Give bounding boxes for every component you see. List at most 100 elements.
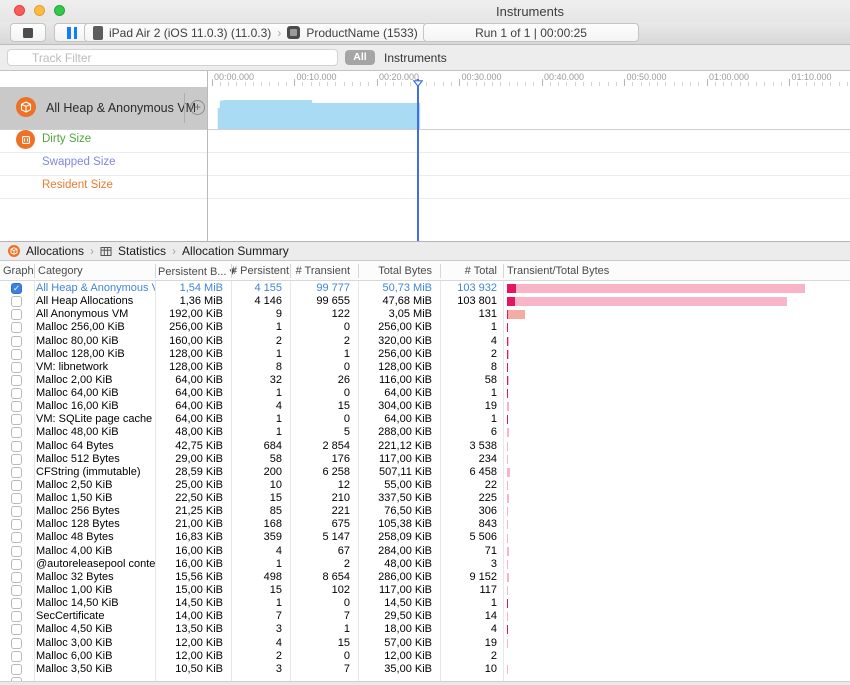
- process-name[interactable]: ProductName (1533): [306, 26, 417, 40]
- graph-checkbox[interactable]: [11, 427, 22, 438]
- table-row[interactable]: Malloc 4,50 KiB13,50 KiB3118,00 KiB4: [0, 623, 850, 636]
- column-header-category[interactable]: Category: [38, 265, 153, 277]
- table-row[interactable]: Malloc 32 Bytes15,56 KiB4988 654286,00 K…: [0, 571, 850, 584]
- graph-checkbox[interactable]: [11, 611, 22, 622]
- add-track-button[interactable]: +: [190, 100, 205, 115]
- playhead[interactable]: [417, 79, 419, 241]
- graph-checkbox[interactable]: [11, 572, 22, 583]
- graph-checkbox[interactable]: [11, 493, 22, 504]
- graph-checkbox[interactable]: [11, 296, 22, 307]
- playhead-marker-icon[interactable]: [413, 80, 423, 87]
- table-row[interactable]: VM: SQLite page cache64,00 KiB1064,00 Ki…: [0, 413, 850, 426]
- table-row[interactable]: CFString (immutable)28,59 KiB2006 258507…: [0, 466, 850, 479]
- table-row[interactable]: @autoreleasepool content16,00 KiB1248,00…: [0, 558, 850, 571]
- graph-checkbox[interactable]: [11, 322, 22, 333]
- table-row[interactable]: Malloc 2,50 KiB25,00 KiB101255,00 KiB22: [0, 479, 850, 492]
- graph-checkbox[interactable]: [11, 375, 22, 386]
- table-row[interactable]: Malloc 3,50 KiB10,50 KiB3735,00 KiB10: [0, 663, 850, 676]
- graph-checkbox[interactable]: [11, 651, 22, 662]
- column-divider[interactable]: [231, 264, 232, 278]
- graph-checkbox[interactable]: [11, 388, 22, 399]
- table-row[interactable]: Malloc 3,00 KiB12,00 KiB41557,00 KiB19: [0, 637, 850, 650]
- column-header--total[interactable]: # Total: [440, 265, 497, 277]
- minimize-window-button[interactable]: [34, 5, 45, 16]
- table-row[interactable]: Malloc 80,00 KiB160,00 KiB22320,00 KiB4: [0, 335, 850, 348]
- run-info-control[interactable]: Run 1 of 1 | 00:00:25: [423, 23, 639, 42]
- graph-checkbox[interactable]: [11, 454, 22, 465]
- breadcrumb-statistics[interactable]: Statistics: [118, 244, 166, 258]
- table-row[interactable]: Malloc 48,00 KiB48,00 KiB15288,00 KiB6: [0, 426, 850, 439]
- track-header-splitter[interactable]: [207, 71, 208, 241]
- column-divider[interactable]: [34, 264, 35, 278]
- track-row-all-heap[interactable]: All Heap & Anonymous VM +: [0, 87, 207, 129]
- column-header-transient-total-bytes[interactable]: Transient/Total Bytes: [507, 265, 707, 277]
- column-header--transient[interactable]: # Transient: [290, 265, 350, 277]
- table-row[interactable]: All Heap Allocations1,36 MiB4 14699 6554…: [0, 295, 850, 308]
- num-persistent-cell: 4 155: [231, 282, 290, 295]
- graph-checkbox[interactable]: [11, 638, 22, 649]
- graph-checkbox[interactable]: [11, 506, 22, 517]
- table-row[interactable]: Malloc 48 Bytes16,83 KiB3595 147258,09 K…: [0, 531, 850, 544]
- column-divider[interactable]: [155, 264, 156, 278]
- graph-checkbox[interactable]: [11, 598, 22, 609]
- horizontal-scrollbar-track[interactable]: [0, 681, 850, 685]
- table-row[interactable]: Malloc 1,50 KiB22,50 KiB15210337,50 KiB2…: [0, 492, 850, 505]
- tab-instruments[interactable]: Instruments: [384, 51, 447, 65]
- table-row[interactable]: Malloc 64,00 KiB64,00 KiB1064,00 KiB1: [0, 387, 850, 400]
- breadcrumb-allocations[interactable]: Allocations: [26, 244, 84, 258]
- table-row[interactable]: VM: libnetwork128,00 KiB80128,00 KiB8: [0, 361, 850, 374]
- table-row[interactable]: Malloc 4,00 KiB16,00 KiB467284,00 KiB71: [0, 545, 850, 558]
- filter-all-button[interactable]: All: [345, 50, 375, 65]
- column-header-total-bytes[interactable]: Total Bytes: [358, 265, 432, 277]
- graph-checkbox[interactable]: [11, 480, 22, 491]
- table-row[interactable]: Malloc 2,00 KiB64,00 KiB3226116,00 KiB58: [0, 374, 850, 387]
- table-row[interactable]: Malloc 64 Bytes42,75 KiB6842 854221,12 K…: [0, 440, 850, 453]
- graph-checkbox[interactable]: [11, 624, 22, 635]
- column-header-persistent-b-[interactable]: Persistent B... ▾: [158, 265, 226, 278]
- column-divider[interactable]: [290, 264, 291, 278]
- table-row[interactable]: Malloc 6,00 KiB12,00 KiB2012,00 KiB2: [0, 650, 850, 663]
- graph-checkbox[interactable]: [11, 532, 22, 543]
- table-row[interactable]: ✓All Heap & Anonymous V…1,54 MiB4 15599 …: [0, 282, 850, 295]
- graph-checkbox[interactable]: [11, 349, 22, 360]
- table-row[interactable]: Malloc 256,00 KiB256,00 KiB10256,00 KiB1: [0, 321, 850, 334]
- graph-checkbox[interactable]: ✓: [11, 283, 22, 294]
- column-header-graph[interactable]: Graph: [3, 265, 33, 277]
- graph-checkbox[interactable]: [11, 467, 22, 478]
- column-header--persistent[interactable]: # Persistent: [231, 265, 282, 277]
- graph-checkbox[interactable]: [11, 309, 22, 320]
- graph-checkbox[interactable]: [11, 519, 22, 530]
- target-selector[interactable]: iPad Air 2 (iOS 11.0.3) (11.0.3) › Produ…: [84, 23, 427, 42]
- graph-checkbox[interactable]: [11, 362, 22, 373]
- stop-button[interactable]: [10, 23, 46, 42]
- subtrack-label-swapped-size[interactable]: Swapped Size: [42, 156, 116, 168]
- zoom-window-button[interactable]: [54, 5, 65, 16]
- table-row[interactable]: SecCertificate14,00 KiB7729,50 KiB14: [0, 610, 850, 623]
- table-row[interactable]: Malloc 128,00 KiB128,00 KiB11256,00 KiB2: [0, 348, 850, 361]
- close-window-button[interactable]: [14, 5, 25, 16]
- table-row[interactable]: All Anonymous VM192,00 KiB91223,05 MiB13…: [0, 308, 850, 321]
- graph-checkbox[interactable]: [11, 559, 22, 570]
- graph-checkbox[interactable]: [11, 336, 22, 347]
- table-row[interactable]: Malloc 16,00 KiB64,00 KiB415304,00 KiB19: [0, 400, 850, 413]
- device-name[interactable]: iPad Air 2 (iOS 11.0.3) (11.0.3): [109, 26, 271, 40]
- track-filter-input[interactable]: [7, 49, 338, 66]
- table-row[interactable]: Malloc 512 Bytes29,00 KiB58176117,00 KiB…: [0, 453, 850, 466]
- column-divider[interactable]: [503, 264, 504, 278]
- heap-allocation-area-chart[interactable]: [207, 86, 850, 130]
- column-divider[interactable]: [358, 264, 359, 278]
- graph-checkbox[interactable]: [11, 546, 22, 557]
- subtrack-label-resident-size[interactable]: Resident Size: [42, 179, 113, 191]
- table-row[interactable]: Malloc 1,00 KiB15,00 KiB15102117,00 KiB1…: [0, 584, 850, 597]
- subtrack-label-dirty-size[interactable]: Dirty Size: [42, 133, 91, 145]
- graph-checkbox[interactable]: [11, 585, 22, 596]
- column-divider[interactable]: [440, 264, 441, 278]
- table-row[interactable]: Malloc 256 Bytes21,25 KiB8522176,50 KiB3…: [0, 505, 850, 518]
- graph-checkbox[interactable]: [11, 441, 22, 452]
- breadcrumb-allocation-summary[interactable]: Allocation Summary: [182, 244, 289, 258]
- graph-checkbox[interactable]: [11, 414, 22, 425]
- graph-checkbox[interactable]: [11, 401, 22, 412]
- table-row[interactable]: Malloc 128 Bytes21,00 KiB168675105,38 Ki…: [0, 518, 850, 531]
- graph-checkbox[interactable]: [11, 664, 22, 675]
- table-row[interactable]: Malloc 14,50 KiB14,50 KiB1014,50 KiB1: [0, 597, 850, 610]
